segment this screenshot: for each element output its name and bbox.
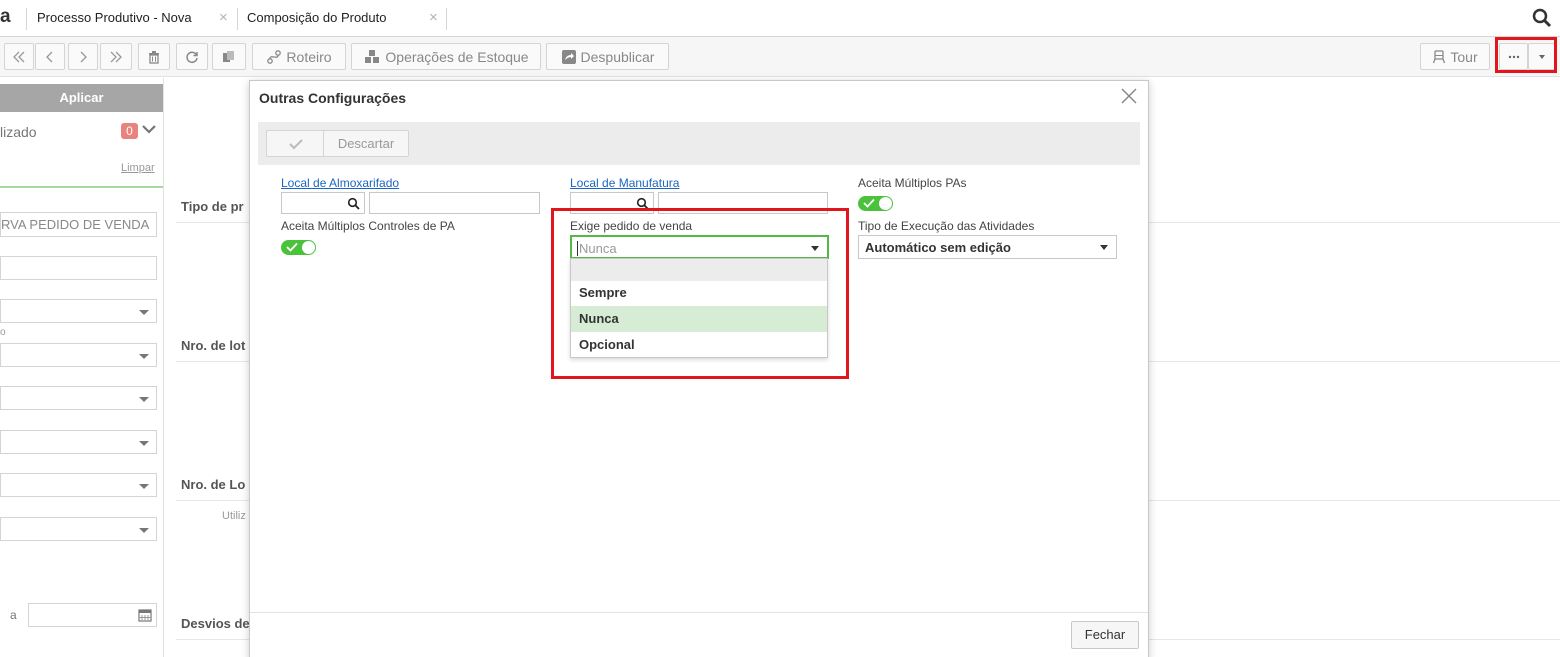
tab-separator [26, 8, 27, 30]
roteiro-button[interactable]: Roteiro [252, 43, 346, 70]
previous-record-button[interactable] [35, 43, 65, 70]
check-icon [863, 198, 875, 208]
discard-button[interactable]: Descartar [323, 130, 409, 157]
boxes-icon [365, 50, 380, 64]
aceita-multiplos-controles-label: Aceita Múltiplos Controles de PA [281, 219, 455, 233]
share-icon [561, 50, 576, 65]
local-manufatura-label[interactable]: Local de Manufatura [570, 176, 679, 190]
tipo-execucao-label: Tipo de Execução das Atividades [858, 219, 1035, 233]
tour-button[interactable]: Tour [1420, 43, 1490, 70]
aceita-multiplos-pas-label: Aceita Múltiplos PAs [858, 176, 967, 190]
last-record-button[interactable] [100, 43, 132, 70]
tab-separator [237, 8, 238, 30]
section-label: Nro. de lot [181, 338, 246, 353]
confirm-button[interactable] [266, 130, 324, 157]
dialog-toolbar: Descartar [258, 122, 1140, 165]
local-almoxarifado-description-input[interactable] [369, 192, 540, 214]
filter-panel: Aplicar lizado 0 Limpar RVA PEDIDO DE VE… [0, 78, 164, 657]
tipo-execucao-select[interactable]: Automático sem edição [858, 235, 1117, 259]
chevron-down-icon[interactable] [141, 122, 157, 136]
refresh-button[interactable] [176, 43, 208, 70]
tab-processo-produtivo[interactable]: Processo Produtivo - Nova [37, 0, 192, 37]
section-label: Desvios de [181, 616, 250, 631]
tab-separator [446, 8, 447, 30]
operacoes-estoque-button[interactable]: Operações de Estoque [351, 43, 541, 70]
first-record-button[interactable] [4, 43, 34, 70]
copy-button[interactable] [212, 43, 246, 70]
next-record-button[interactable] [68, 43, 98, 70]
delete-button[interactable] [138, 43, 170, 70]
filter-select[interactable] [0, 386, 157, 410]
clear-filter-link[interactable]: Limpar [121, 162, 155, 174]
search-icon [347, 197, 360, 210]
local-almoxarifado-label[interactable]: Local de Almoxarifado [281, 176, 399, 190]
despublicar-button[interactable]: Despublicar [546, 43, 669, 70]
app-logo: a [0, 6, 11, 27]
filter-field[interactable] [0, 256, 157, 280]
highlight-box [1495, 37, 1557, 73]
apply-filter-button[interactable]: Aplicar [0, 84, 163, 112]
dialog-title: Outras Configurações [259, 90, 407, 106]
filter-select[interactable] [0, 430, 157, 454]
section-label: Tipo de pr [181, 199, 244, 214]
filter-select[interactable] [0, 517, 157, 541]
fechar-button[interactable]: Fechar [1071, 621, 1139, 649]
close-tab-icon[interactable]: × [429, 0, 438, 35]
local-almoxarifado-code-input[interactable] [281, 192, 365, 214]
calendar-icon [138, 609, 152, 622]
filter-field[interactable]: RVA PEDIDO DE VENDA [0, 212, 157, 237]
check-icon [289, 139, 303, 150]
route-icon [267, 50, 282, 65]
main-toolbar: Roteiro Operações de Estoque Despublicar… [0, 37, 1560, 77]
tab-bar: a Processo Produtivo - Nova × Composição… [0, 0, 1560, 37]
check-icon [286, 242, 298, 252]
filter-select[interactable] [0, 473, 157, 497]
aceita-multiplos-controles-toggle[interactable] [281, 240, 316, 255]
close-tab-icon[interactable]: × [219, 0, 228, 35]
filter-select[interactable] [0, 343, 157, 367]
filter-count-badge: 0 [121, 123, 138, 139]
highlight-box [551, 208, 849, 379]
section-label: Nro. de Lo [181, 477, 246, 492]
tab-composicao-produto[interactable]: Composição do Produto [247, 0, 386, 37]
aceita-multiplos-pas-toggle[interactable] [858, 196, 893, 211]
divider [0, 186, 163, 188]
filter-select[interactable] [0, 299, 157, 323]
close-icon[interactable] [1120, 87, 1138, 105]
tour-icon [1433, 50, 1446, 64]
search-icon[interactable] [1530, 6, 1554, 30]
divider [250, 612, 1148, 613]
date-field[interactable] [28, 603, 157, 627]
saved-filter-select[interactable]: lizado [0, 118, 163, 146]
